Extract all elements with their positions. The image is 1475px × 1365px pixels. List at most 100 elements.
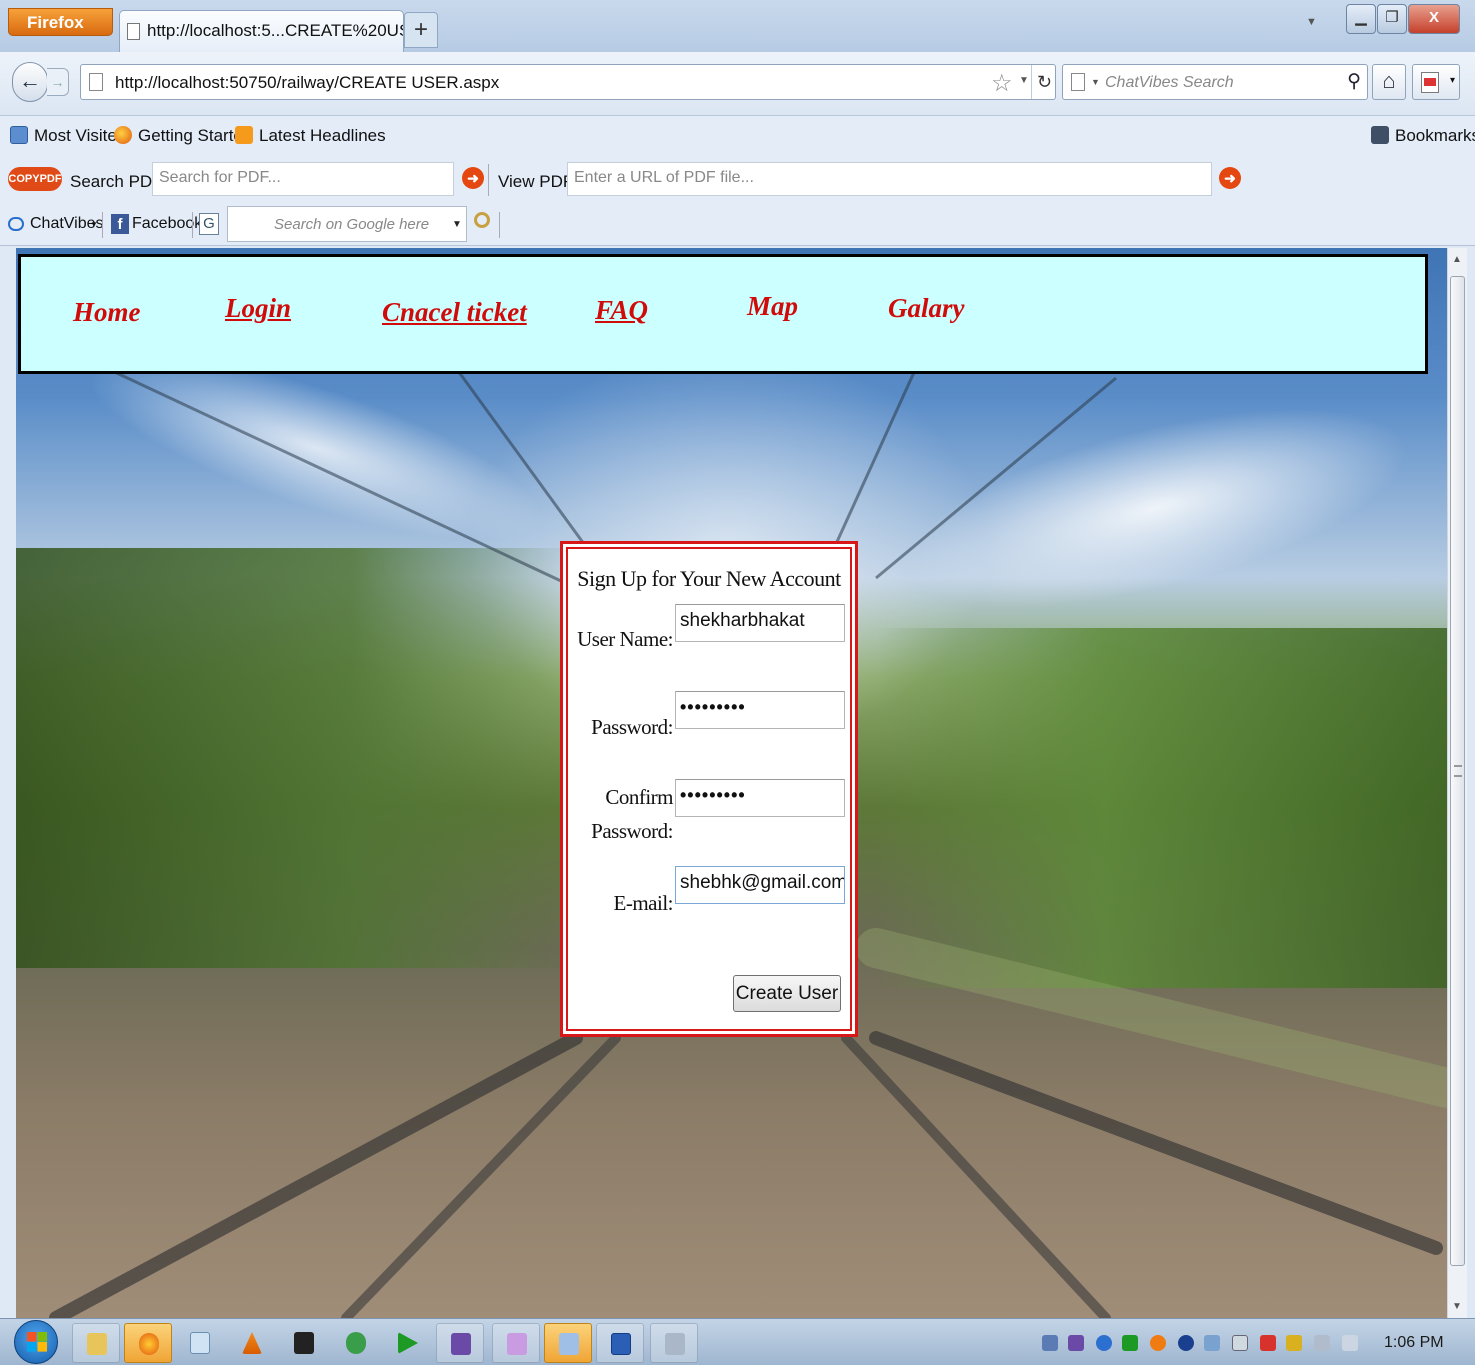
search-pdf-input[interactable]: Search for PDF... bbox=[152, 162, 454, 196]
bookmark-label: Most Visited bbox=[34, 126, 127, 145]
confirm-password-input[interactable]: ••••••••• bbox=[675, 779, 845, 817]
app-icon bbox=[346, 1332, 366, 1354]
firefox-icon bbox=[139, 1333, 159, 1355]
form-title: Sign Up for Your New Account bbox=[577, 566, 841, 591]
taskbar-notepad[interactable] bbox=[176, 1323, 224, 1363]
network-icon[interactable] bbox=[1314, 1335, 1330, 1351]
chatvibes-toolbar: ChatVibes ▼ f Facebook G Search on Googl… bbox=[0, 202, 1475, 246]
tray-app-icon[interactable] bbox=[1150, 1335, 1166, 1351]
volume-icon[interactable] bbox=[1342, 1335, 1358, 1351]
back-button[interactable]: ← bbox=[12, 62, 48, 102]
bookmark-label: Bookmarks bbox=[1395, 126, 1475, 145]
view-pdf-label: View PDF: bbox=[498, 172, 578, 191]
nav-login-link[interactable]: Login bbox=[225, 293, 291, 324]
nav-cancel-ticket-link[interactable]: Cnacel ticket bbox=[382, 297, 527, 328]
word-icon bbox=[611, 1333, 631, 1355]
create-user-button[interactable]: Create User bbox=[733, 975, 841, 1012]
site-navigation-bar: Home Login Cnacel ticket FAQ Map Galary bbox=[18, 254, 1428, 374]
confirm-password-label-line1: Confirm bbox=[605, 785, 673, 809]
taskbar-explorer[interactable] bbox=[72, 1323, 120, 1363]
browser-tab[interactable]: http://localhost:5...CREATE%20USER.aspx bbox=[119, 10, 404, 52]
start-button[interactable] bbox=[14, 1320, 58, 1364]
tab-title: http://localhost:5...CREATE%20USER.aspx bbox=[147, 21, 403, 40]
bookmark-getting-started[interactable]: Getting Started bbox=[114, 126, 252, 146]
bookmark-label: Latest Headlines bbox=[259, 126, 386, 145]
taskbar-cmd[interactable] bbox=[280, 1323, 328, 1363]
google-icon[interactable]: G bbox=[199, 213, 219, 235]
search-engine-icon[interactable] bbox=[1071, 73, 1085, 91]
scroll-up-icon[interactable]: ▲ bbox=[1452, 254, 1462, 265]
tray-app-icon[interactable] bbox=[1096, 1335, 1112, 1351]
username-label: User Name: bbox=[577, 627, 673, 651]
password-input[interactable]: ••••••••• bbox=[675, 691, 845, 729]
bookmark-star-icon[interactable]: ☆ bbox=[991, 69, 1013, 98]
play-icon bbox=[398, 1332, 418, 1354]
history-dropdown-icon[interactable]: ▼ bbox=[1019, 75, 1029, 86]
taskbar-word[interactable] bbox=[596, 1323, 644, 1363]
action-center-icon[interactable] bbox=[1286, 1335, 1302, 1351]
close-button[interactable]: X bbox=[1408, 4, 1460, 34]
chatvibes-icon[interactable] bbox=[8, 217, 24, 231]
tray-app-icon[interactable] bbox=[1204, 1335, 1220, 1351]
bookmarks-menu-button[interactable]: Bookmarks bbox=[1371, 126, 1475, 146]
forward-button[interactable]: → bbox=[47, 68, 69, 96]
grip-icon bbox=[1454, 765, 1462, 777]
scrollbar-thumb[interactable] bbox=[1450, 276, 1465, 1266]
view-pdf-input[interactable]: Enter a URL of PDF file... bbox=[567, 162, 1212, 196]
copypdf-logo[interactable]: COPYPDF bbox=[8, 167, 62, 191]
bookmark-latest-headlines[interactable]: Latest Headlines bbox=[235, 126, 386, 146]
search-icon[interactable] bbox=[474, 212, 490, 228]
url-bar[interactable]: http://localhost:50750/railway/CREATE US… bbox=[80, 64, 1056, 100]
tray-app-icon[interactable] bbox=[1232, 1335, 1248, 1351]
reload-icon[interactable]: ↻ bbox=[1031, 65, 1057, 99]
tab-list-dropdown-icon[interactable]: ▼ bbox=[1306, 16, 1317, 28]
chevron-down-icon[interactable]: ▼ bbox=[452, 219, 462, 230]
tray-app-icon[interactable] bbox=[1068, 1335, 1084, 1351]
bookmarks-toolbar: Most Visited Getting Started Latest Head… bbox=[0, 116, 1475, 158]
search-engine-dropdown-icon[interactable]: ▼ bbox=[1091, 77, 1100, 87]
nav-home-link[interactable]: Home bbox=[73, 297, 141, 328]
taskbar-app[interactable] bbox=[650, 1323, 698, 1363]
search-input[interactable]: ChatVibes Search bbox=[1105, 74, 1234, 92]
search-bar[interactable]: ▼ ChatVibes Search ⚲ bbox=[1062, 64, 1368, 100]
divider bbox=[499, 212, 500, 238]
home-button[interactable]: ⌂ bbox=[1372, 64, 1406, 100]
search-icon[interactable]: ⚲ bbox=[1347, 70, 1361, 93]
new-tab-button[interactable]: + bbox=[404, 12, 438, 48]
view-pdf-go-icon[interactable]: ➜ bbox=[1219, 167, 1241, 189]
taskbar-firefox[interactable] bbox=[124, 1323, 172, 1363]
windows-logo-icon bbox=[27, 1332, 47, 1352]
scroll-down-icon[interactable]: ▼ bbox=[1452, 1301, 1462, 1312]
email-input[interactable]: shebhk@gmail.com bbox=[675, 866, 845, 904]
pdf-addon-button[interactable]: ▾ bbox=[1412, 64, 1460, 100]
taskbar-visual-studio[interactable] bbox=[436, 1323, 484, 1363]
url-text[interactable]: http://localhost:50750/railway/CREATE US… bbox=[115, 73, 499, 93]
taskbar-media-player[interactable] bbox=[384, 1323, 432, 1363]
tray-audio-app-icon[interactable] bbox=[1042, 1335, 1058, 1351]
taskbar-app-active[interactable] bbox=[544, 1323, 592, 1363]
taskbar-app[interactable] bbox=[332, 1323, 380, 1363]
divider bbox=[192, 212, 193, 238]
nav-faq-link[interactable]: FAQ bbox=[595, 295, 648, 326]
maximize-button[interactable]: ❐ bbox=[1377, 4, 1407, 34]
search-pdf-go-icon[interactable]: ➜ bbox=[462, 167, 484, 189]
clock[interactable]: 1:06 PM bbox=[1384, 1334, 1444, 1352]
minimize-button[interactable]: ▁ bbox=[1346, 4, 1376, 34]
taskbar-vlc[interactable] bbox=[228, 1323, 276, 1363]
tray-app-icon[interactable] bbox=[1260, 1335, 1276, 1351]
firefox-menu-button[interactable]: Firefox bbox=[8, 8, 113, 36]
facebook-icon[interactable]: f bbox=[111, 214, 129, 234]
vertical-scrollbar[interactable]: ▲ ▼ bbox=[1447, 248, 1467, 1318]
taskbar-paint[interactable] bbox=[492, 1323, 540, 1363]
nav-map-link[interactable]: Map bbox=[747, 291, 798, 322]
most-visited-icon bbox=[10, 126, 28, 144]
page-icon bbox=[89, 73, 103, 91]
google-search-input[interactable]: Search on Google here bbox=[227, 206, 467, 242]
chevron-down-icon[interactable]: ▼ bbox=[90, 220, 98, 229]
bluetooth-icon[interactable] bbox=[1178, 1335, 1194, 1351]
bookmark-most-visited[interactable]: Most Visited bbox=[10, 126, 126, 146]
tray-play-icon[interactable] bbox=[1122, 1335, 1138, 1351]
username-input[interactable]: shekharbhakat bbox=[675, 604, 845, 642]
nav-gallery-link[interactable]: Galary bbox=[888, 293, 965, 324]
visual-studio-icon bbox=[451, 1333, 471, 1355]
